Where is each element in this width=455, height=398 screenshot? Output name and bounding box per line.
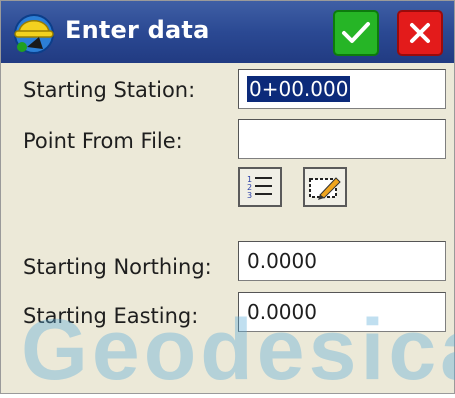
- title-bar: Enter data: [1, 1, 454, 63]
- hard-hat-icon: [14, 14, 54, 54]
- dialog-title: Enter data: [65, 16, 210, 44]
- point-list-button[interactable]: 1 2 3: [238, 167, 282, 207]
- map-select-button[interactable]: [303, 167, 347, 207]
- starting-easting-input[interactable]: 0.0000: [238, 292, 446, 332]
- starting-station-label: Starting Station:: [23, 78, 196, 102]
- point-from-file-label: Point From File:: [23, 129, 183, 153]
- cancel-button[interactable]: [397, 10, 443, 56]
- starting-station-input[interactable]: 0+00.000: [238, 69, 446, 109]
- starting-northing-label: Starting Northing:: [23, 255, 212, 279]
- starting-northing-input[interactable]: 0.0000: [238, 241, 446, 281]
- map-pencil-icon: [309, 177, 341, 200]
- numbered-list-icon: 1 2 3: [247, 175, 272, 200]
- ok-button[interactable]: [333, 10, 379, 56]
- starting-easting-label: Starting Easting:: [23, 304, 199, 328]
- svg-text:3: 3: [247, 191, 252, 200]
- point-from-file-input[interactable]: [238, 119, 446, 159]
- checkmark-icon: [342, 22, 370, 43]
- starting-station-value: 0+00.000: [247, 76, 351, 102]
- enter-data-dialog: Enter data Starting Station: 0+00.000 Po…: [0, 0, 455, 394]
- close-icon: [410, 23, 430, 43]
